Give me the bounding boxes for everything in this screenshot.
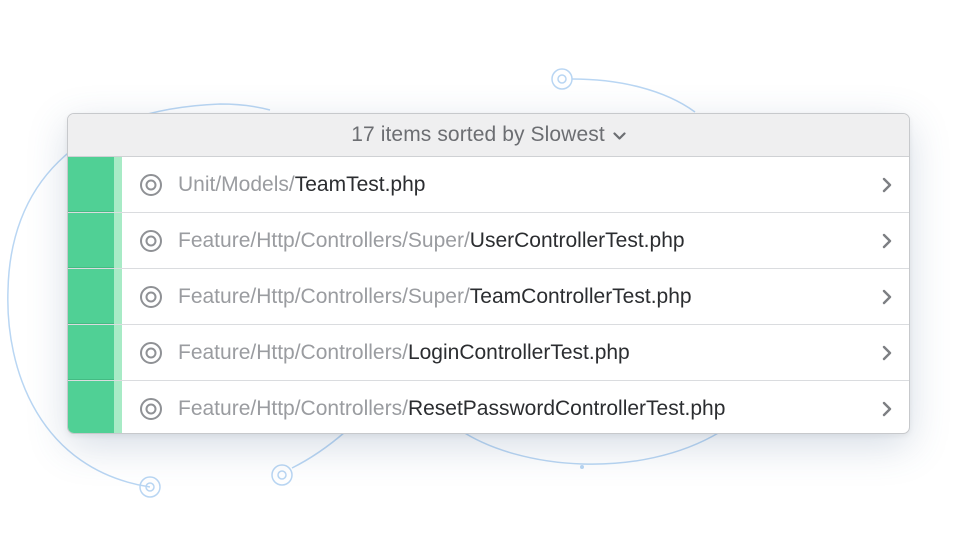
- test-directory: Feature/Http/Controllers/Super/: [178, 228, 470, 252]
- test-row[interactable]: Feature/Http/Controllers/Super/UserContr…: [68, 213, 909, 269]
- status-pass-indicator: [68, 269, 114, 324]
- test-file-path: Feature/Http/Controllers/LoginController…: [178, 341, 880, 365]
- test-results-panel: 17 items sorted by Slowest Unit/Models/T…: [67, 113, 910, 434]
- chevron-right-icon[interactable]: [880, 288, 894, 306]
- test-directory: Unit/Models/: [178, 172, 295, 196]
- status-pass-indicator: [68, 381, 114, 433]
- test-row[interactable]: Feature/Http/Controllers/LoginController…: [68, 325, 909, 381]
- decor-node-mid-inner: [277, 470, 287, 480]
- test-filename: LoginControllerTest.php: [407, 340, 630, 364]
- status-pass-indicator: [68, 157, 114, 212]
- chevron-right-icon[interactable]: [880, 400, 894, 418]
- sort-summary-label: 17 items sorted by Slowest: [351, 123, 605, 146]
- status-pass-edge: [114, 269, 122, 324]
- decor-arc-mid: [291, 431, 346, 469]
- target-icon: [140, 285, 162, 308]
- status-pass-edge: [114, 213, 122, 268]
- decor-arc-bottom: [459, 429, 721, 465]
- test-directory: Feature/Http/Controllers/Super/: [178, 284, 470, 308]
- decor-node-top-inner: [557, 74, 567, 84]
- decor-node-mid: [271, 464, 293, 486]
- test-file-path: Feature/Http/Controllers/ResetPasswordCo…: [178, 397, 880, 421]
- chevron-down-icon: [613, 132, 626, 140]
- target-icon: [140, 398, 162, 420]
- test-row[interactable]: Feature/Http/Controllers/ResetPasswordCo…: [68, 381, 909, 433]
- test-list: Unit/Models/TeamTest.php Feature/Http/Co…: [68, 157, 909, 433]
- test-row[interactable]: Feature/Http/Controllers/Super/TeamContr…: [68, 269, 909, 325]
- chevron-right-icon[interactable]: [880, 232, 894, 250]
- test-file-path: Feature/Http/Controllers/Super/TeamContr…: [178, 285, 880, 309]
- test-file-path: Unit/Models/TeamTest.php: [178, 173, 880, 197]
- test-filename: UserControllerTest.php: [469, 228, 685, 252]
- status-pass-edge: [114, 381, 122, 433]
- test-filename: ResetPasswordControllerTest.php: [407, 397, 726, 420]
- target-icon: [140, 229, 162, 252]
- test-directory: Feature/Http/Controllers/: [178, 397, 408, 420]
- test-directory: Feature/Http/Controllers/: [178, 340, 408, 364]
- status-pass-indicator: [68, 213, 114, 268]
- target-icon: [140, 341, 162, 364]
- decor-arc-top: [571, 78, 696, 113]
- chevron-right-icon[interactable]: [880, 176, 894, 194]
- status-pass-edge: [114, 157, 122, 212]
- status-pass-edge: [114, 325, 122, 380]
- stage: 17 items sorted by Slowest Unit/Models/T…: [0, 0, 976, 554]
- test-filename: TeamControllerTest.php: [469, 284, 692, 308]
- chevron-right-icon[interactable]: [880, 344, 894, 362]
- decor-dot-bottom: [580, 465, 584, 469]
- test-filename: TeamTest.php: [294, 172, 426, 196]
- sort-dropdown[interactable]: 17 items sorted by Slowest: [68, 114, 909, 157]
- test-file-path: Feature/Http/Controllers/Super/UserContr…: [178, 229, 880, 253]
- decor-node-top: [551, 68, 573, 90]
- status-pass-indicator: [68, 325, 114, 380]
- target-icon: [140, 173, 162, 196]
- test-row[interactable]: Unit/Models/TeamTest.php: [68, 157, 909, 213]
